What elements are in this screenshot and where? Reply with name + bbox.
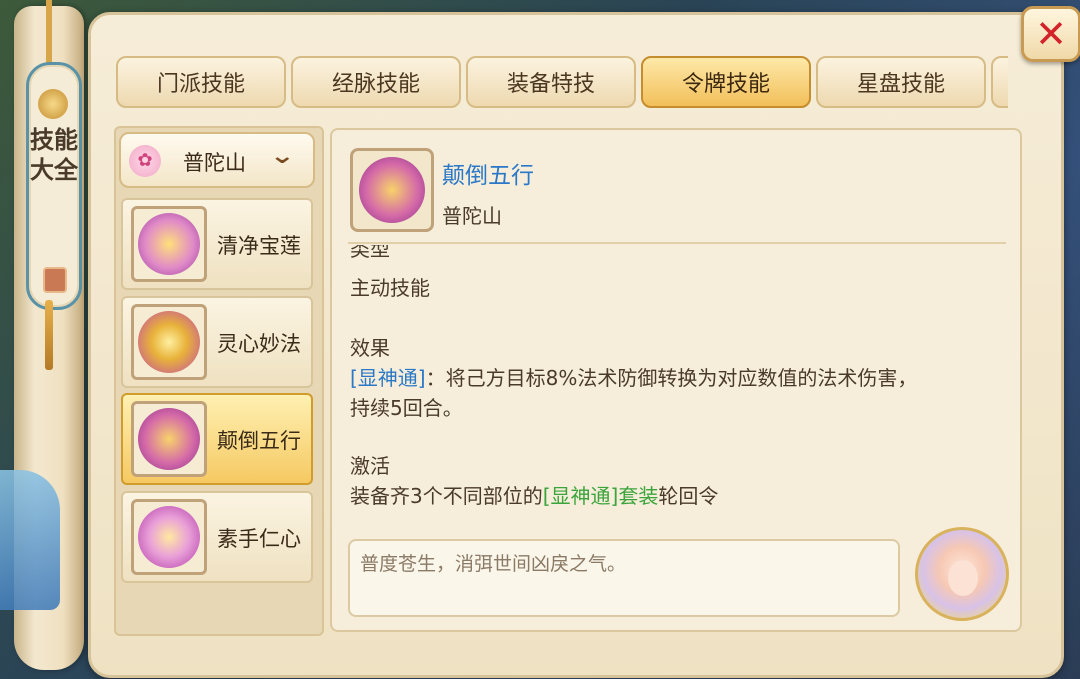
effect-line-2: 持续5回合。 [350, 396, 463, 420]
close-button[interactable]: ✕ [1021, 6, 1080, 62]
tab-bar: 门派技能 经脉技能 装备特技 令牌技能 星盘技能 [116, 56, 1008, 110]
skill-title: 颠倒五行 [442, 163, 534, 189]
tab-school-skills[interactable]: 门派技能 [116, 56, 286, 108]
tassel-cord [46, 0, 52, 64]
effect-header: 效果 [350, 336, 390, 360]
golden-hand-orb-icon [131, 499, 207, 575]
golden-flower-orb-icon [131, 304, 207, 380]
five-elements-orb-icon [350, 148, 434, 232]
type-value: 主动技能 [350, 276, 430, 300]
quote-text: 普度苍生，消弭世间凶戾之气。 [360, 553, 627, 575]
skill-name: 灵心妙法 [217, 332, 301, 356]
sidebar-title: 技能大全 [30, 126, 78, 184]
divider [348, 242, 1006, 244]
tab-star-chart-skills[interactable]: 星盘技能 [816, 56, 986, 108]
skill-name: 清净宝莲 [217, 234, 301, 258]
school-dropdown[interactable]: ✿ 普陀山 ⌄ [119, 132, 315, 188]
effect-text: ：将己方目标8%法术防御转换为对应数值的法术伤害， [425, 366, 918, 390]
school-dropdown-value: 普陀山 [183, 151, 246, 175]
skill-name: 颠倒五行 [217, 429, 301, 453]
activate-line: 装备齐3个不同部位的[显神通]套装轮回令 [350, 480, 718, 509]
effect-tag: [显神通] [350, 366, 426, 390]
activate-pre: 装备齐3个不同部位的 [350, 484, 543, 508]
skill-item-qingjingbaolian[interactable]: 清净宝莲 [121, 198, 313, 290]
seal-icon [43, 267, 67, 293]
tab-meridian-skills[interactable]: 经脉技能 [291, 56, 461, 108]
five-elements-orb-icon [131, 401, 207, 477]
skill-item-sushourenxin[interactable]: 素手仁心 [121, 491, 313, 583]
ribbon-decoration [0, 470, 60, 610]
type-header-clip: 类型 [348, 245, 748, 259]
skill-name: 素手仁心 [217, 527, 301, 551]
close-icon: ✕ [1035, 12, 1067, 56]
activate-post: 轮回令 [658, 484, 719, 508]
activate-set: [显神通]套装 [542, 484, 659, 508]
tab-equipment-skills[interactable]: 装备特技 [466, 56, 636, 108]
tassel-icon [45, 300, 53, 370]
avatar [915, 527, 1009, 621]
tab-overflow[interactable] [991, 56, 1008, 108]
sidebar-title-plate: 技能大全 [26, 62, 82, 310]
quote-bubble: 普度苍生，消弭世间凶戾之气。 [348, 539, 900, 617]
tab-token-skills[interactable]: 令牌技能 [641, 56, 811, 108]
effect-line-1: [显神通]：将己方目标8%法术防御转换为对应数值的法术伤害， [350, 362, 917, 391]
golden-lotus-orb-icon [131, 206, 207, 282]
type-header: 类型 [350, 245, 390, 259]
skill-school: 普陀山 [442, 204, 502, 228]
avatar-face [948, 560, 978, 596]
activate-header: 激活 [350, 454, 390, 478]
lotus-icon: ✿ [129, 145, 161, 177]
medal-icon [38, 89, 68, 119]
skill-item-diandaowuxing[interactable]: 颠倒五行 [121, 393, 313, 485]
skill-item-lingxinmiaofa[interactable]: 灵心妙法 [121, 296, 313, 388]
chevron-down-icon: ⌄ [269, 144, 296, 169]
